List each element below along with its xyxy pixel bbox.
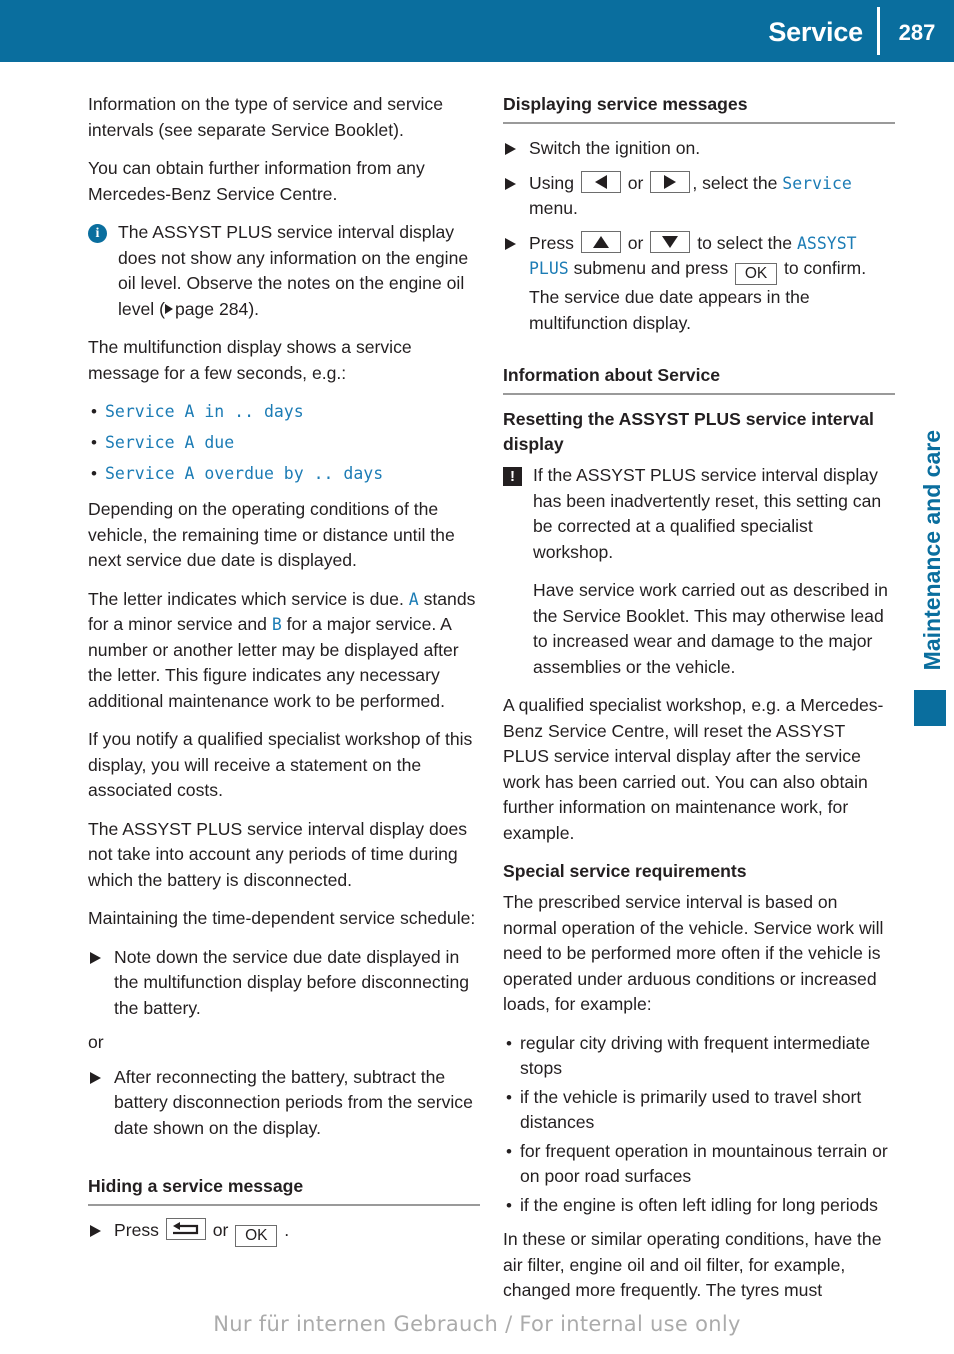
down-arrow-icon <box>662 235 679 248</box>
hide-step-or-label: or <box>212 1220 229 1240</box>
service-message-example-3: Service A overdue by .. days <box>105 464 384 483</box>
paragraph-intro-2: You can obtain further information from … <box>88 158 425 204</box>
page-reference-arrow-icon <box>164 303 173 314</box>
back-key-button[interactable] <box>165 1218 206 1240</box>
info-note: i The ASSYST PLUS service interval displ… <box>88 220 480 322</box>
ok-key-button[interactable]: OK <box>735 263 778 285</box>
step-switch-ignition-label: Switch the ignition on. <box>529 138 701 158</box>
step-arrow-icon <box>90 1071 101 1084</box>
list-item: Service A overdue by .. days <box>88 461 480 488</box>
step3-or-label: or <box>627 232 644 253</box>
section-heading-displaying-messages: Displaying service messages <box>503 94 748 114</box>
right-arrow-icon <box>664 174 677 189</box>
step-arrow-icon <box>90 951 101 964</box>
right-arrow-key-button[interactable] <box>650 170 691 193</box>
page-title: Service <box>768 17 863 47</box>
subheading-special-requirements: Special service requirements <box>503 861 747 881</box>
step-after-reconnecting-label: After reconnecting the battery, subtract… <box>114 1066 473 1138</box>
subheading-resetting-display: Resetting the ASSYST PLUS service interv… <box>503 409 874 454</box>
step-using-label: Using <box>529 172 574 193</box>
right-column: Displaying service messages Switch the i… <box>503 92 895 1304</box>
section-heading-information-about-service: Information about Service <box>503 365 721 385</box>
step-switch-ignition: Switch the ignition on. <box>503 136 895 162</box>
step-arrow-icon <box>505 237 516 250</box>
step-arrow-icon <box>90 1225 101 1237</box>
up-arrow-icon <box>592 235 609 248</box>
conditions-list: regular city driving with frequent inter… <box>503 1031 895 1219</box>
paragraph-similar-conditions: In these or similar operating conditions… <box>503 1229 882 1300</box>
list-item: Service A due <box>88 430 480 457</box>
step2-menu-label: menu. <box>529 198 578 218</box>
service-code-b: B <box>271 615 282 634</box>
chapter-side-tab-marker <box>914 690 946 726</box>
paragraph-letter-indicates: The letter indicates which service is du… <box>88 587 480 715</box>
step-select-service-menu: Using or , select the Service menu. <box>503 170 895 222</box>
info-icon: i <box>88 224 107 243</box>
page-header-bar: Service 287 <box>0 0 954 62</box>
warning-note-para-1: If the ASSYST PLUS service interval disp… <box>533 465 882 562</box>
step-hide-press-label: Press <box>114 1220 159 1240</box>
step-after-reconnecting: After reconnecting the battery, subtract… <box>88 1065 480 1142</box>
section-heading-rule <box>503 122 895 124</box>
letter-para-part-1: The letter indicates which service is du… <box>88 588 409 609</box>
step-note-down-date-label: Note down the service due date displayed… <box>114 946 470 1018</box>
list-item: if the vehicle is primarily used to trav… <box>503 1085 895 1136</box>
paragraph-multifunction-display: The multifunction display shows a servic… <box>88 337 412 383</box>
list-item: regular city driving with frequent inter… <box>503 1031 895 1082</box>
up-arrow-key-button[interactable] <box>580 230 621 253</box>
step-arrow-icon <box>505 177 516 190</box>
left-arrow-icon <box>594 174 607 189</box>
ok-key-button[interactable]: OK <box>235 1225 278 1247</box>
or-separator: or <box>88 1032 104 1052</box>
step3-submenu-label: submenu and press <box>573 258 729 278</box>
paragraph-operating-conditions: Depending on the operating conditions of… <box>88 499 455 570</box>
service-code-a: A <box>408 589 419 609</box>
list-item: if the engine is often left idling for l… <box>503 1193 895 1219</box>
section-heading-rule <box>88 1204 480 1206</box>
service-message-examples-list: Service A in .. days Service A due Servi… <box>88 399 480 488</box>
left-arrow-key-button[interactable] <box>580 170 621 193</box>
chapter-side-tab: Maintenance and care <box>906 370 946 726</box>
step-arrow-icon <box>505 143 516 155</box>
info-note-page-ref: page 284 <box>174 298 249 319</box>
list-item: Service A in .. days <box>88 399 480 426</box>
section-heading-rule <box>503 393 895 395</box>
paragraph-battery-disconnected: The ASSYST PLUS service interval display… <box>88 818 468 890</box>
down-arrow-key-button[interactable] <box>650 230 691 253</box>
service-message-example-2: Service A due <box>105 433 235 452</box>
left-column: Information on the type of service and s… <box>88 92 480 1256</box>
service-message-example-1: Service A in .. days <box>105 402 304 421</box>
step3-select-label: to select the <box>697 232 793 253</box>
menu-name-service: Service <box>782 173 852 193</box>
footer-watermark: Nur für internen Gebrauch / For internal… <box>213 1312 741 1336</box>
paragraph-time-dependent-schedule: Maintaining the time-dependent service s… <box>88 908 476 928</box>
paragraph-intro-1: Information on the type of service and s… <box>88 94 443 140</box>
paragraph-prescribed-interval: The prescribed service interval is based… <box>503 892 884 1014</box>
warning-note: ! If the ASSYST PLUS service interval di… <box>503 463 895 680</box>
step2-or-label: or <box>627 172 644 193</box>
step-hide-message: Press or OK . <box>88 1218 480 1247</box>
list-item: for frequent operation in mountainous te… <box>503 1139 895 1190</box>
paragraph-notify-workshop: If you notify a qualified specialist wor… <box>88 729 473 800</box>
page-number: 287 <box>898 20 936 45</box>
step3-press-label: Press <box>529 232 574 253</box>
chapter-side-tab-label: Maintenance and care <box>919 429 945 670</box>
paragraph-qualified-workshop: A qualified specialist workshop, e.g. a … <box>503 695 884 843</box>
step2-select-label: , select the <box>692 172 778 193</box>
section-heading-hiding-message: Hiding a service message <box>88 1176 304 1196</box>
hide-step-period: . <box>284 1220 290 1240</box>
warning-note-para-2: Have service work carried out as describ… <box>533 580 888 677</box>
step-select-assyst-submenu: Press or to select the ASSYST PLUS subme… <box>503 230 895 337</box>
info-note-text-after: ). <box>248 298 260 319</box>
info-note-text: The ASSYST PLUS service interval display… <box>118 220 480 322</box>
step-note-down-date: Note down the service due date displayed… <box>88 945 480 1022</box>
warning-icon: ! <box>503 467 522 486</box>
